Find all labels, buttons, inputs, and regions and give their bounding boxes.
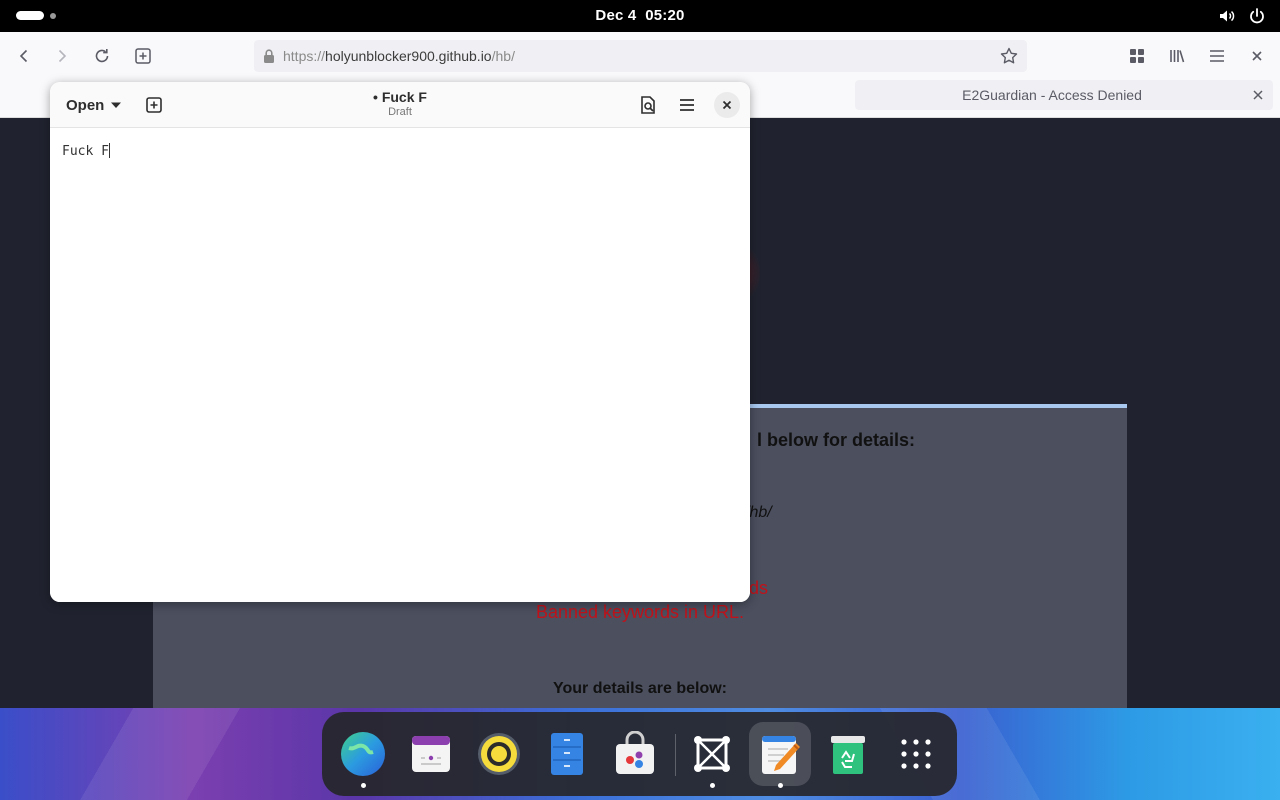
new-tab-button[interactable] <box>131 44 155 68</box>
lock-icon[interactable] <box>262 48 276 64</box>
url-text[interactable]: https://holyunblocker900.github.io/hb/ <box>283 48 515 64</box>
editor-headerbar: Open • Fuck F Draft <box>50 82 750 128</box>
shopping-bag-icon <box>616 731 654 774</box>
editor-text: Fuck F <box>62 144 109 159</box>
modified-marker: • <box>373 89 378 105</box>
document-search-icon <box>641 96 655 114</box>
browser-tab[interactable]: E2Guardian - Access Denied <box>855 80 1273 110</box>
calendar-icon <box>412 736 450 772</box>
file-cabinet-icon <box>551 733 583 775</box>
dock-calendar[interactable] <box>400 722 462 786</box>
running-indicator <box>361 783 366 788</box>
recycle-bin-icon <box>831 736 865 774</box>
main-menu-button[interactable] <box>675 93 699 117</box>
bookmark-star-icon[interactable] <box>999 46 1019 66</box>
clock-time: 05:20 <box>645 7 685 24</box>
running-indicator <box>778 783 783 788</box>
close-window-icon[interactable] <box>1245 44 1269 68</box>
reload-button[interactable] <box>90 44 114 68</box>
running-indicator <box>710 783 715 788</box>
speaker-icon <box>478 733 520 775</box>
system-tray[interactable] <box>1218 7 1266 25</box>
url-scheme: https:// <box>283 48 326 64</box>
dock-show-apps[interactable] <box>885 722 947 786</box>
top-bar: Dec 4 05:20 <box>0 0 1280 32</box>
editor-text-area[interactable]: Fuck F <box>50 128 750 602</box>
dock-text-editor[interactable] <box>749 722 811 788</box>
text-editor-icon <box>762 736 800 774</box>
volume-icon[interactable] <box>1218 7 1236 25</box>
tab-close-icon[interactable] <box>1251 88 1265 102</box>
tab-title: E2Guardian - Access Denied <box>962 87 1142 103</box>
dock-recycle-bin[interactable] <box>817 722 879 786</box>
clock-date: Dec 4 <box>595 7 637 24</box>
close-button[interactable] <box>714 92 740 118</box>
dock-files[interactable] <box>536 722 598 786</box>
editor-content[interactable]: Fuck F <box>62 143 110 159</box>
dock-rhythmbox[interactable] <box>468 722 530 786</box>
close-icon <box>722 100 732 110</box>
hamburger-menu-icon[interactable] <box>1205 44 1229 68</box>
details-heading: Your details are below: <box>553 680 727 697</box>
app-grid-icon <box>901 739 931 769</box>
find-button[interactable] <box>636 93 660 117</box>
dock-screenshot[interactable] <box>681 722 743 788</box>
panel-heading: l below for details: <box>757 430 916 450</box>
extensions-icon[interactable] <box>1125 44 1149 68</box>
back-button[interactable] <box>12 44 36 68</box>
url-bar[interactable]: https://holyunblocker900.github.io/hb/ <box>254 40 1027 72</box>
hamburger-icon <box>680 99 694 111</box>
dock-separator <box>675 734 676 776</box>
dock <box>322 712 957 796</box>
screenshot-frame-icon <box>694 736 730 772</box>
library-icon[interactable] <box>1165 44 1189 68</box>
block-reason: Banned keywords in URL. <box>535 602 745 622</box>
clock[interactable]: Dec 4 05:20 <box>0 7 1280 24</box>
dock-web-browser[interactable] <box>332 722 394 788</box>
text-editor-window: Open • Fuck F Draft Fuck F <box>50 82 750 602</box>
url-host: holyunblocker900.github.io <box>325 48 492 64</box>
browser-navbar: https://holyunblocker900.github.io/hb/ <box>0 32 1280 80</box>
url-path: /hb/ <box>491 48 515 64</box>
document-name: Fuck F <box>381 89 427 105</box>
dock-software[interactable] <box>604 722 666 786</box>
forward-button[interactable] <box>50 44 74 68</box>
text-caret <box>108 143 110 158</box>
globe-icon <box>341 732 385 776</box>
power-icon[interactable] <box>1248 7 1266 25</box>
